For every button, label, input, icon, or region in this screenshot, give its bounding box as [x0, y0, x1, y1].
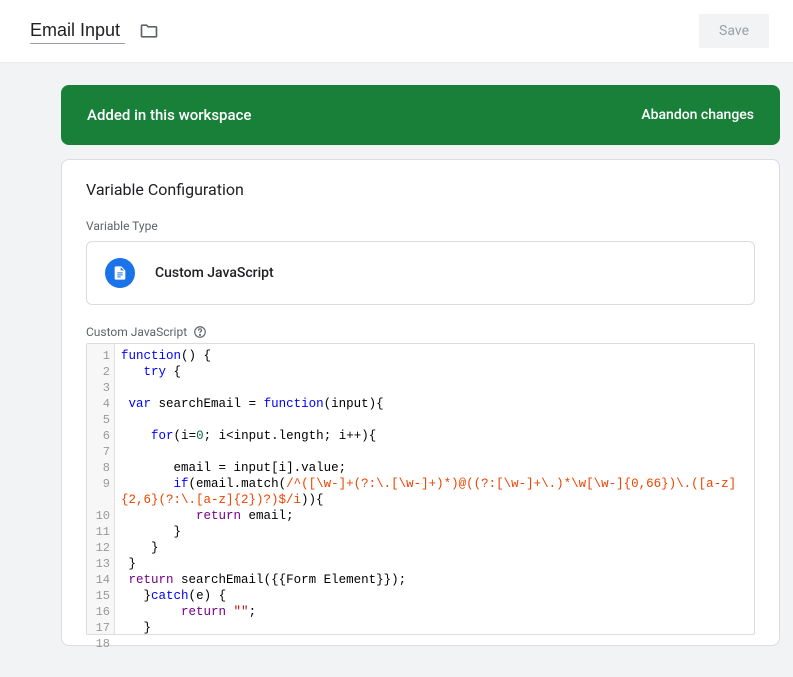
code-content[interactable]: function() { try { var searchEmail = fun… [115, 344, 754, 634]
page-header: Save [0, 0, 793, 63]
code-field-label: Custom JavaScript [86, 325, 187, 339]
variable-name-input[interactable] [30, 18, 125, 44]
variable-type-name: Custom JavaScript [155, 265, 274, 281]
status-text: Added in this workspace [87, 106, 251, 124]
folder-icon[interactable] [139, 21, 159, 41]
card-title: Variable Configuration [86, 180, 755, 199]
code-gutter: 1 2 3 4 5 6 7 8 9 10 11 12 13 14 15 16 1 [87, 344, 115, 634]
abandon-changes-button[interactable]: Abandon changes [641, 107, 754, 123]
body-area: Added in this workspace Abandon changes … [0, 63, 793, 677]
workspace-status-banner: Added in this workspace Abandon changes [61, 85, 780, 145]
help-icon[interactable] [193, 325, 207, 339]
variable-type-selector[interactable]: Custom JavaScript [86, 241, 755, 305]
code-editor[interactable]: 1 2 3 4 5 6 7 8 9 10 11 12 13 14 15 16 1 [86, 343, 755, 635]
variable-configuration-card: Variable Configuration Variable Type Cus… [61, 159, 780, 646]
save-button[interactable]: Save [699, 14, 769, 48]
variable-type-label: Variable Type [86, 219, 755, 233]
javascript-icon [105, 258, 135, 288]
